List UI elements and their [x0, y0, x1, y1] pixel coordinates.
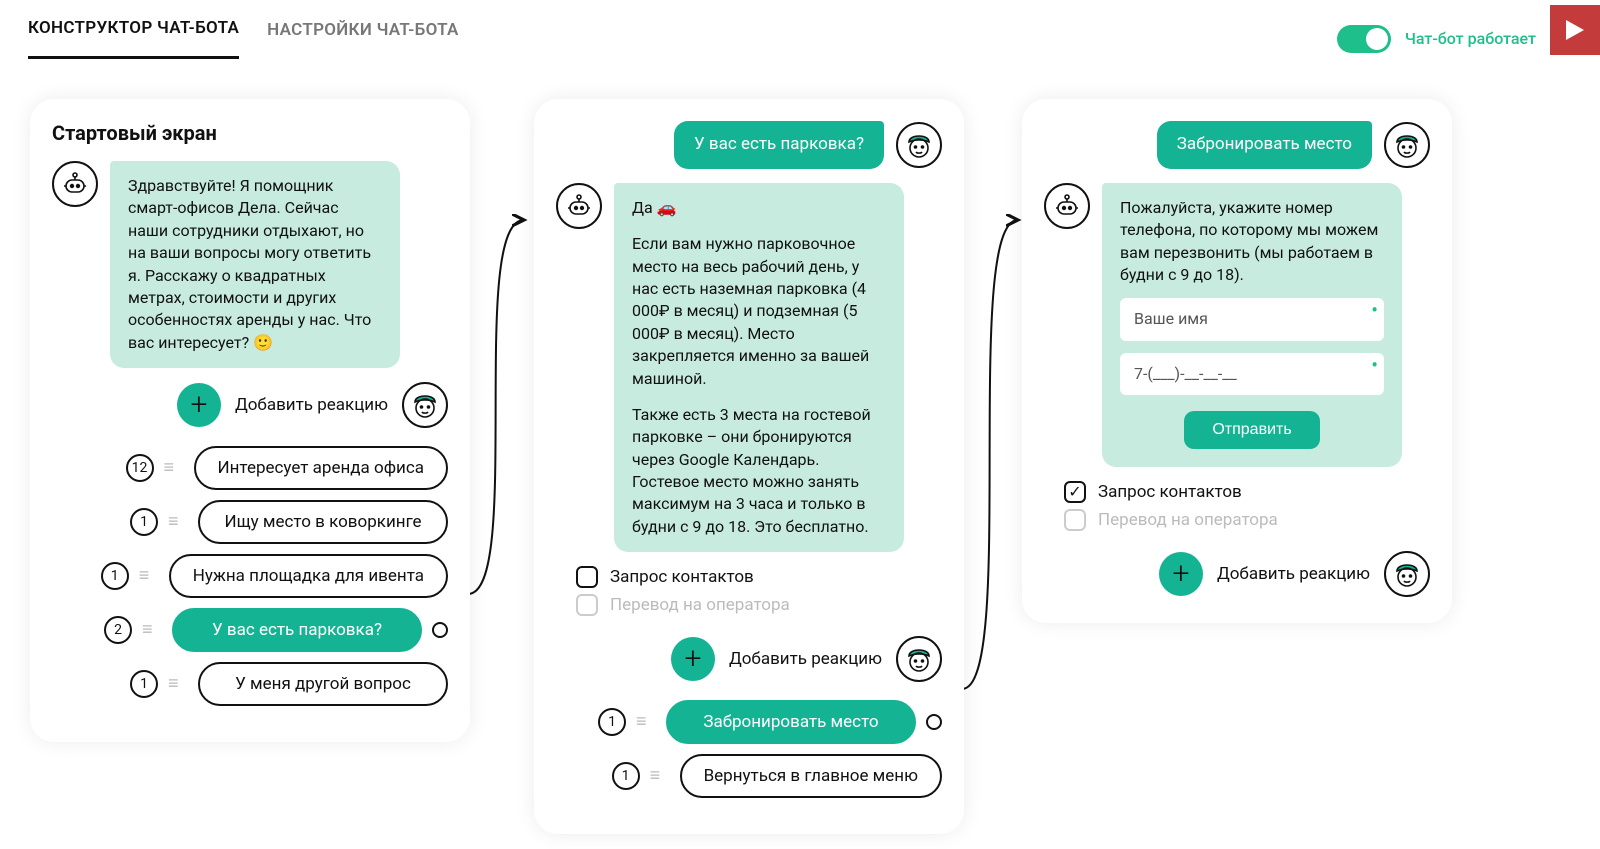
bot-message-row: Да 🚗 Если вам нужно парковочное место на… — [556, 183, 942, 552]
checkbox-transfer-operator[interactable]: Перевод на оператора — [1064, 509, 1430, 531]
connector-out[interactable] — [926, 714, 942, 730]
checkbox-request-contacts[interactable]: Запрос контактов — [1064, 481, 1430, 503]
user-avatar — [1384, 551, 1430, 597]
option-count: 2 — [104, 616, 132, 644]
option-row: 1 ≡ У меня другой вопрос — [52, 662, 448, 706]
drag-handle-icon[interactable]: ≡ — [142, 627, 162, 633]
bot-avatar — [556, 183, 602, 229]
add-reaction-button[interactable]: + Добавить реакцию — [556, 636, 942, 682]
user-icon — [903, 129, 935, 161]
card-book-place[interactable]: Забронировать место Пожалуйста, укажите … — [1022, 99, 1452, 623]
bot-avatar — [52, 161, 98, 207]
header: КОНСТРУКТОР ЧАТ-БОТА НАСТРОЙКИ ЧАТ-БОТА … — [0, 0, 1600, 59]
option-count: 1 — [598, 708, 626, 736]
plus-icon: + — [1159, 552, 1203, 596]
user-avatar — [896, 122, 942, 168]
option-count: 12 — [126, 454, 154, 482]
option-list: 1 ≡ Забронировать место 1 ≡ Вернуться в … — [556, 700, 942, 798]
toggle-bot-enabled[interactable] — [1337, 25, 1391, 53]
add-reaction-button[interactable]: + Добавить реакцию — [52, 382, 448, 428]
drag-handle-icon[interactable]: ≡ — [164, 465, 184, 471]
option-list: 12 ≡ Интересует аренда офиса 1 ≡ Ищу мес… — [52, 446, 448, 706]
bot-message-row: Пожалуйста, укажите номер телефона, по к… — [1044, 183, 1430, 467]
user-icon — [903, 643, 935, 675]
checkbox-label: Перевод на оператора — [1098, 510, 1278, 530]
bot-icon — [61, 170, 89, 198]
card-parking[interactable]: У вас есть парковка? Да 🚗 Если вам нужно… — [534, 99, 964, 834]
play-icon — [1566, 20, 1584, 40]
bot-paragraph: Да 🚗 — [632, 197, 886, 219]
name-field[interactable]: Ваше имя — [1120, 298, 1384, 340]
add-reaction-label: Добавить реакцию — [1217, 564, 1370, 584]
option-pill[interactable]: Вернуться в главное меню — [680, 754, 942, 798]
user-bubble: Забронировать место — [1157, 121, 1372, 169]
option-pill[interactable]: У меня другой вопрос — [198, 662, 448, 706]
option-count: 1 — [101, 562, 129, 590]
drag-handle-icon[interactable]: ≡ — [168, 519, 188, 525]
option-row: 1 ≡ Нужна площадка для ивента — [52, 554, 448, 598]
option-pill[interactable]: Забронировать место — [666, 700, 916, 744]
plus-icon: + — [177, 383, 221, 427]
user-message-row: У вас есть парковка? — [556, 121, 942, 169]
checkbox-label: Перевод на оператора — [610, 595, 790, 615]
option-row: 2 ≡ У вас есть парковка? — [52, 608, 448, 652]
bot-paragraph: Также есть 3 места на гостевой парковке … — [632, 404, 886, 538]
tab-settings[interactable]: НАСТРОЙКИ ЧАТ-БОТА — [267, 20, 459, 58]
option-count: 1 — [130, 670, 158, 698]
user-icon — [1391, 129, 1423, 161]
bot-avatar — [1044, 183, 1090, 229]
bot-icon — [1053, 192, 1081, 220]
bot-bubble: Здравствуйте! Я помощник смарт-офисов Де… — [110, 161, 400, 368]
play-button[interactable] — [1550, 5, 1600, 55]
checkbox-label: Запрос контактов — [1098, 482, 1242, 502]
card-start-screen[interactable]: Стартовый экран Здравствуйте! Я помощник… — [30, 99, 470, 742]
bot-bubble: Пожалуйста, укажите номер телефона, по к… — [1102, 183, 1402, 467]
option-row: 1 ≡ Забронировать место — [556, 700, 942, 744]
checkbox-icon — [576, 594, 598, 616]
card-title: Стартовый экран — [52, 121, 448, 145]
drag-handle-icon[interactable]: ≡ — [650, 773, 670, 779]
option-pill[interactable]: Нужна площадка для ивента — [169, 554, 448, 598]
option-row: 12 ≡ Интересует аренда офиса — [52, 446, 448, 490]
checkbox-transfer-operator[interactable]: Перевод на оператора — [576, 594, 942, 616]
tab-constructor[interactable]: КОНСТРУКТОР ЧАТ-БОТА — [28, 18, 239, 59]
option-row: 1 ≡ Ищу место в коворкинге — [52, 500, 448, 544]
bot-text: Пожалуйста, укажите номер телефона, по к… — [1120, 198, 1378, 284]
option-pill[interactable]: У вас есть парковка? — [172, 608, 422, 652]
header-right: Чат-бот работает — [1337, 23, 1572, 55]
add-reaction-label: Добавить реакцию — [729, 649, 882, 669]
option-count: 1 — [612, 762, 640, 790]
user-bubble: У вас есть парковка? — [674, 121, 884, 169]
user-icon — [409, 389, 441, 421]
checkbox-icon — [576, 566, 598, 588]
checkbox-label: Запрос контактов — [610, 567, 754, 587]
user-avatar — [896, 636, 942, 682]
option-row: 1 ≡ Вернуться в главное меню — [556, 754, 942, 798]
bot-message-row: Здравствуйте! Я помощник смарт-офисов Де… — [52, 161, 448, 368]
drag-handle-icon[interactable]: ≡ — [139, 573, 159, 579]
option-pill[interactable]: Ищу место в коворкинге — [198, 500, 448, 544]
user-avatar — [402, 382, 448, 428]
option-count: 1 — [130, 508, 158, 536]
checkbox-icon — [1064, 481, 1086, 503]
submit-button[interactable]: Отправить — [1184, 411, 1319, 449]
drag-handle-icon[interactable]: ≡ — [168, 681, 188, 687]
user-message-row: Забронировать место — [1044, 121, 1430, 169]
plus-icon: + — [671, 637, 715, 681]
user-icon — [1391, 558, 1423, 590]
bot-icon — [565, 192, 593, 220]
user-avatar — [1384, 122, 1430, 168]
checkbox-request-contacts[interactable]: Запрос контактов — [576, 566, 942, 588]
bot-paragraph: Если вам нужно парковочное место на весь… — [632, 233, 886, 390]
add-reaction-label: Добавить реакцию — [235, 395, 388, 415]
connector-out[interactable] — [432, 622, 448, 638]
phone-field[interactable]: 7-(___)-__-__-__ — [1120, 353, 1384, 395]
add-reaction-button[interactable]: + Добавить реакцию — [1044, 551, 1430, 597]
checkbox-icon — [1064, 509, 1086, 531]
option-pill[interactable]: Интересует аренда офиса — [194, 446, 449, 490]
canvas[interactable]: Стартовый экран Здравствуйте! Я помощник… — [0, 69, 1600, 849]
status-label: Чат-бот работает — [1405, 29, 1536, 48]
drag-handle-icon[interactable]: ≡ — [636, 719, 656, 725]
bot-bubble: Да 🚗 Если вам нужно парковочное место на… — [614, 183, 904, 552]
